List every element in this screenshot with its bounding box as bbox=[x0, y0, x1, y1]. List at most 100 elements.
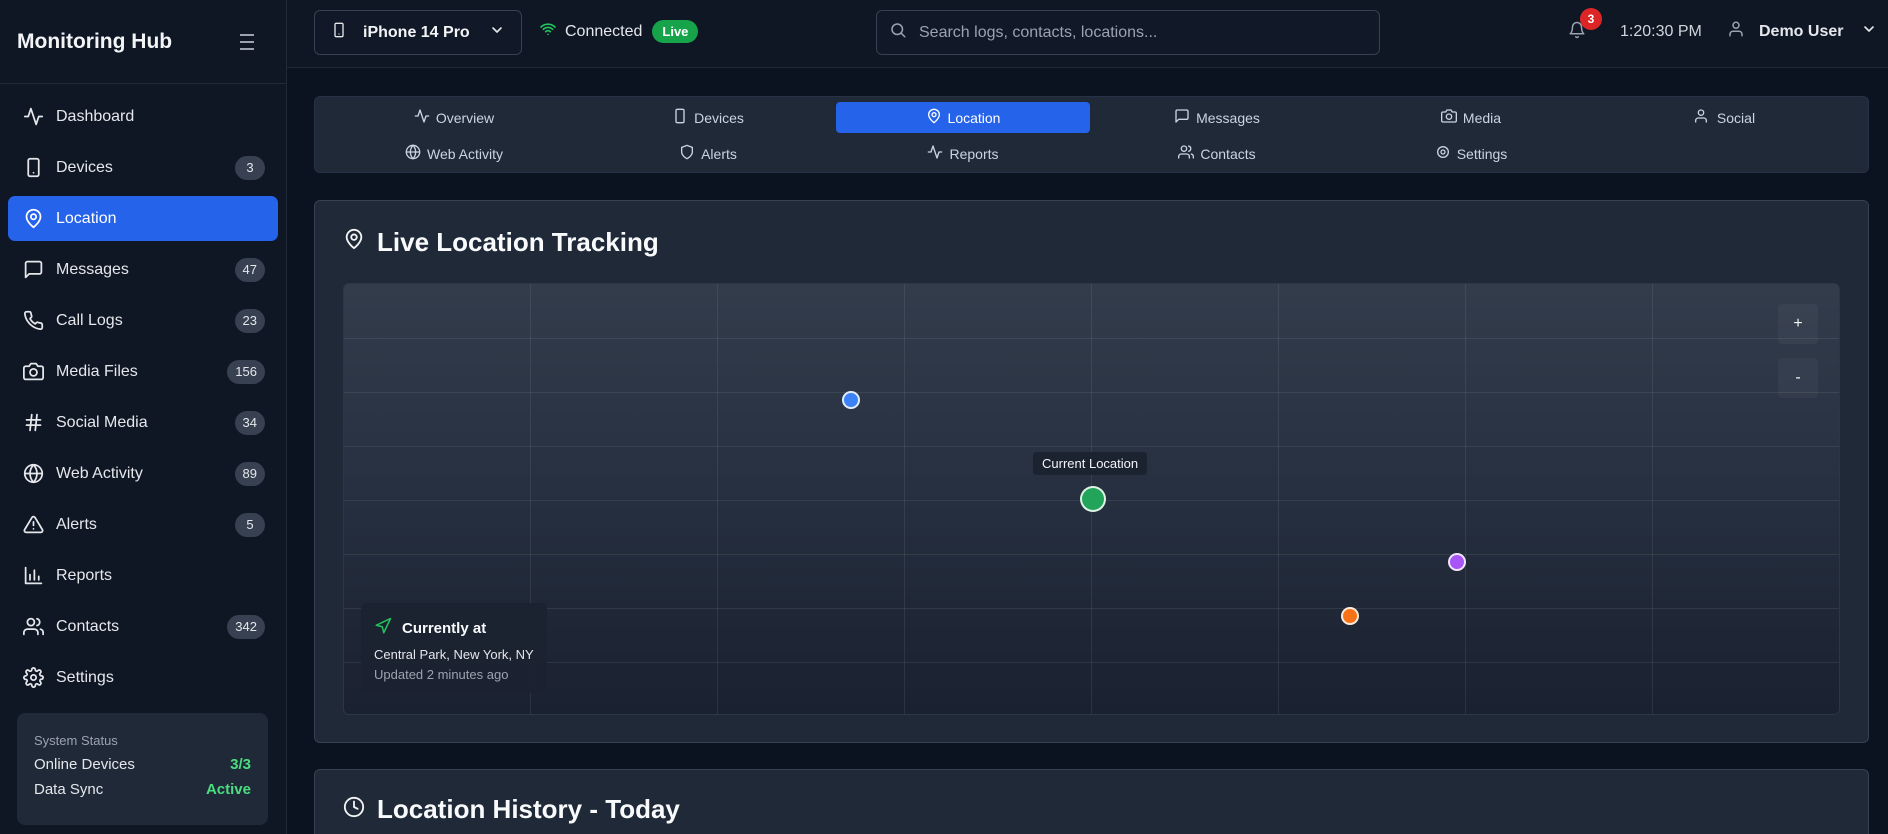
tab-media[interactable]: Media bbox=[1344, 102, 1598, 133]
sidebar-item-dashboard[interactable]: Dashboard bbox=[8, 94, 278, 139]
grid-line bbox=[344, 662, 1839, 663]
count-badge: 156 bbox=[227, 359, 265, 384]
search-input[interactable] bbox=[919, 23, 1359, 42]
section-tabs: Overview Devices Location Messages Media… bbox=[314, 96, 1869, 173]
zoom-out-button[interactable]: - bbox=[1778, 358, 1818, 398]
online-devices-value: 3/3 bbox=[230, 756, 251, 773]
grid-line bbox=[344, 446, 1839, 447]
data-sync-label: Data Sync bbox=[34, 781, 104, 798]
sidebar-item-label: Devices bbox=[56, 158, 113, 176]
users-icon bbox=[1694, 108, 1717, 127]
tab-messages[interactable]: Messages bbox=[1090, 102, 1344, 133]
tab-overview[interactable]: Overview bbox=[327, 102, 581, 133]
bar-chart-icon bbox=[22, 565, 44, 587]
user-icon bbox=[1727, 20, 1745, 43]
chevron-down-icon bbox=[1861, 21, 1877, 42]
connection-label: Connected bbox=[565, 22, 643, 40]
system-status-panel: System Status Online Devices 3/3 Data Sy… bbox=[17, 713, 268, 825]
system-status-label: System Status bbox=[34, 733, 118, 748]
tab-label: Contacts bbox=[1200, 145, 1256, 162]
map-pin-icon bbox=[22, 208, 44, 230]
current-location-heading-text: Currently at bbox=[402, 619, 487, 637]
hash-icon bbox=[22, 412, 44, 434]
search-icon bbox=[889, 21, 907, 44]
sidebar-nav: Dashboard Devices 3 Location Messages 47… bbox=[0, 84, 286, 700]
shield-icon bbox=[679, 144, 701, 163]
tab-label: Web Activity bbox=[427, 145, 503, 162]
sidebar-item-contacts[interactable]: Contacts 342 bbox=[8, 604, 278, 649]
tab-web-activity[interactable]: Web Activity bbox=[327, 138, 581, 169]
user-menu[interactable]: Demo User bbox=[1727, 20, 1877, 43]
sidebar-header: Monitoring Hub bbox=[0, 0, 286, 84]
sidebar: Monitoring Hub Dashboard Devices 3 Locat… bbox=[0, 0, 287, 834]
current-location-tooltip: Current Location bbox=[1033, 452, 1148, 475]
gear-icon bbox=[1435, 144, 1457, 163]
sidebar-item-label: Call Logs bbox=[56, 311, 123, 329]
count-badge: 342 bbox=[227, 614, 265, 639]
device-selector[interactable]: iPhone 14 Pro bbox=[314, 10, 522, 55]
sidebar-item-social-media[interactable]: Social Media 34 bbox=[8, 400, 278, 445]
tab-alerts[interactable]: Alerts bbox=[581, 138, 835, 169]
message-icon bbox=[1174, 108, 1196, 127]
user-name: Demo User bbox=[1759, 22, 1844, 40]
activity-icon bbox=[22, 106, 44, 128]
clock: 1:20:30 PM bbox=[1620, 23, 1702, 40]
notifications-button[interactable]: 3 bbox=[1568, 8, 1602, 44]
app-title: Monitoring Hub bbox=[17, 29, 173, 53]
tab-label: Location bbox=[947, 109, 1001, 126]
grid-line bbox=[717, 284, 718, 714]
tab-label: Settings bbox=[1456, 145, 1508, 162]
globe-icon bbox=[405, 144, 427, 163]
sidebar-item-settings[interactable]: Settings bbox=[8, 655, 278, 700]
tab-social[interactable]: Social bbox=[1598, 102, 1852, 133]
sidebar-item-call-logs[interactable]: Call Logs 23 bbox=[8, 298, 278, 343]
tab-label: Overview bbox=[435, 109, 495, 126]
search-box bbox=[876, 10, 1380, 55]
location-map[interactable]: + - Current Location Currently at Centra… bbox=[343, 283, 1840, 715]
phone-icon bbox=[22, 310, 44, 332]
zoom-in-button[interactable]: + bbox=[1778, 304, 1818, 344]
tab-reports[interactable]: Reports bbox=[836, 138, 1090, 169]
sidebar-item-reports[interactable]: Reports bbox=[8, 553, 278, 598]
smartphone-icon bbox=[672, 108, 694, 127]
tab-contacts[interactable]: Contacts bbox=[1090, 138, 1344, 169]
top-bar: iPhone 14 Pro Connected Live 3 1:20:30 P… bbox=[287, 0, 1888, 68]
notification-count-badge: 3 bbox=[1580, 8, 1602, 30]
sidebar-item-location[interactable]: Location bbox=[8, 196, 278, 241]
grid-line bbox=[1465, 284, 1466, 714]
sidebar-item-alerts[interactable]: Alerts 5 bbox=[8, 502, 278, 547]
map-pin-icon bbox=[926, 108, 948, 127]
menu-toggle-icon[interactable] bbox=[236, 33, 258, 50]
users-icon bbox=[22, 616, 44, 638]
current-location-panel: Currently at Central Park, New York, NY … bbox=[361, 603, 547, 693]
users-icon bbox=[1178, 144, 1200, 163]
tab-label: Alerts bbox=[701, 145, 737, 162]
last-updated: Updated 2 minutes ago bbox=[374, 667, 509, 682]
sidebar-item-devices[interactable]: Devices 3 bbox=[8, 145, 278, 190]
sidebar-item-messages[interactable]: Messages 47 bbox=[8, 247, 278, 292]
tab-settings[interactable]: Settings bbox=[1344, 138, 1598, 169]
sidebar-item-label: Messages bbox=[56, 260, 129, 278]
wifi-icon bbox=[539, 21, 557, 42]
sidebar-item-label: Social Media bbox=[56, 413, 148, 431]
location-marker-blue[interactable] bbox=[842, 391, 860, 409]
grid-line bbox=[904, 284, 905, 714]
location-marker-orange[interactable] bbox=[1341, 607, 1359, 625]
sidebar-item-label: Media Files bbox=[56, 362, 138, 380]
grid-line bbox=[1278, 284, 1279, 714]
location-marker-purple[interactable] bbox=[1448, 553, 1466, 571]
activity-icon bbox=[414, 108, 436, 127]
camera-icon bbox=[1440, 108, 1463, 127]
sidebar-item-web-activity[interactable]: Web Activity 89 bbox=[8, 451, 278, 496]
current-location-marker[interactable] bbox=[1080, 486, 1106, 512]
navigation-icon bbox=[374, 617, 402, 639]
activity-icon bbox=[927, 144, 949, 163]
tab-location[interactable]: Location bbox=[836, 102, 1090, 133]
sidebar-item-label: Settings bbox=[56, 668, 114, 686]
count-badge: 34 bbox=[234, 410, 265, 435]
count-badge: 89 bbox=[234, 461, 265, 486]
sidebar-item-label: Location bbox=[56, 209, 117, 227]
tab-devices[interactable]: Devices bbox=[581, 102, 835, 133]
sidebar-item-media-files[interactable]: Media Files 156 bbox=[8, 349, 278, 394]
tab-label: Messages bbox=[1196, 109, 1260, 126]
